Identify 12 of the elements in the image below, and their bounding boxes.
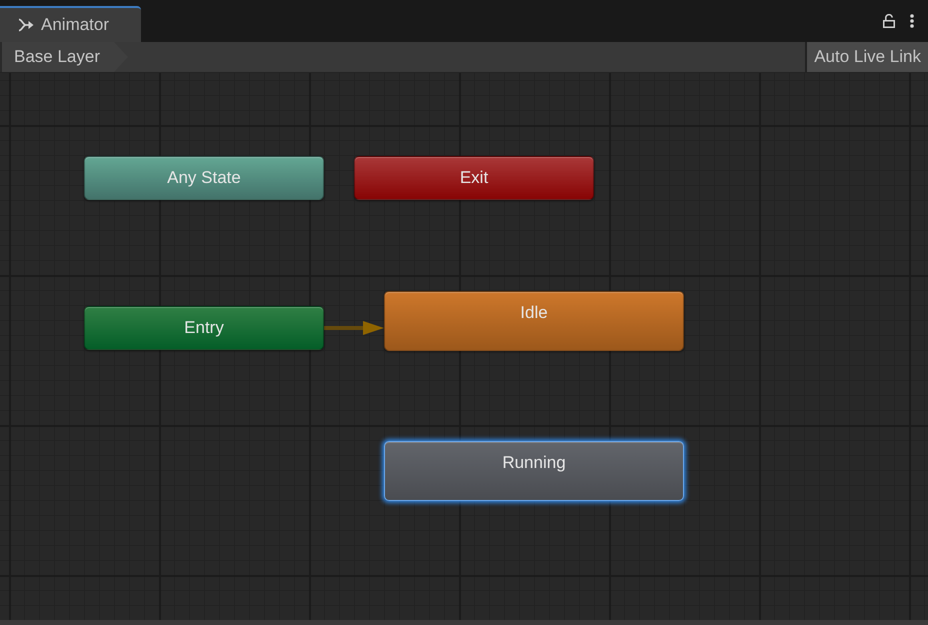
state-node[interactable]: Any State: [84, 156, 324, 200]
more-menu-icon[interactable]: [910, 14, 914, 28]
state-node[interactable]: Exit: [354, 156, 594, 200]
unlocked-padlock-icon[interactable]: [883, 14, 895, 28]
auto-live-link-button[interactable]: Auto Live Link: [805, 42, 928, 72]
state-node[interactable]: Entry: [84, 306, 324, 350]
animator-tab[interactable]: Animator: [0, 6, 141, 42]
state-node[interactable]: Running: [384, 441, 684, 501]
merge-arrow-icon: [18, 18, 34, 32]
base-layer-breadcrumb[interactable]: Base Layer: [0, 42, 128, 72]
transition-arrow[interactable]: [324, 320, 384, 336]
state-node[interactable]: Idle: [384, 291, 684, 351]
